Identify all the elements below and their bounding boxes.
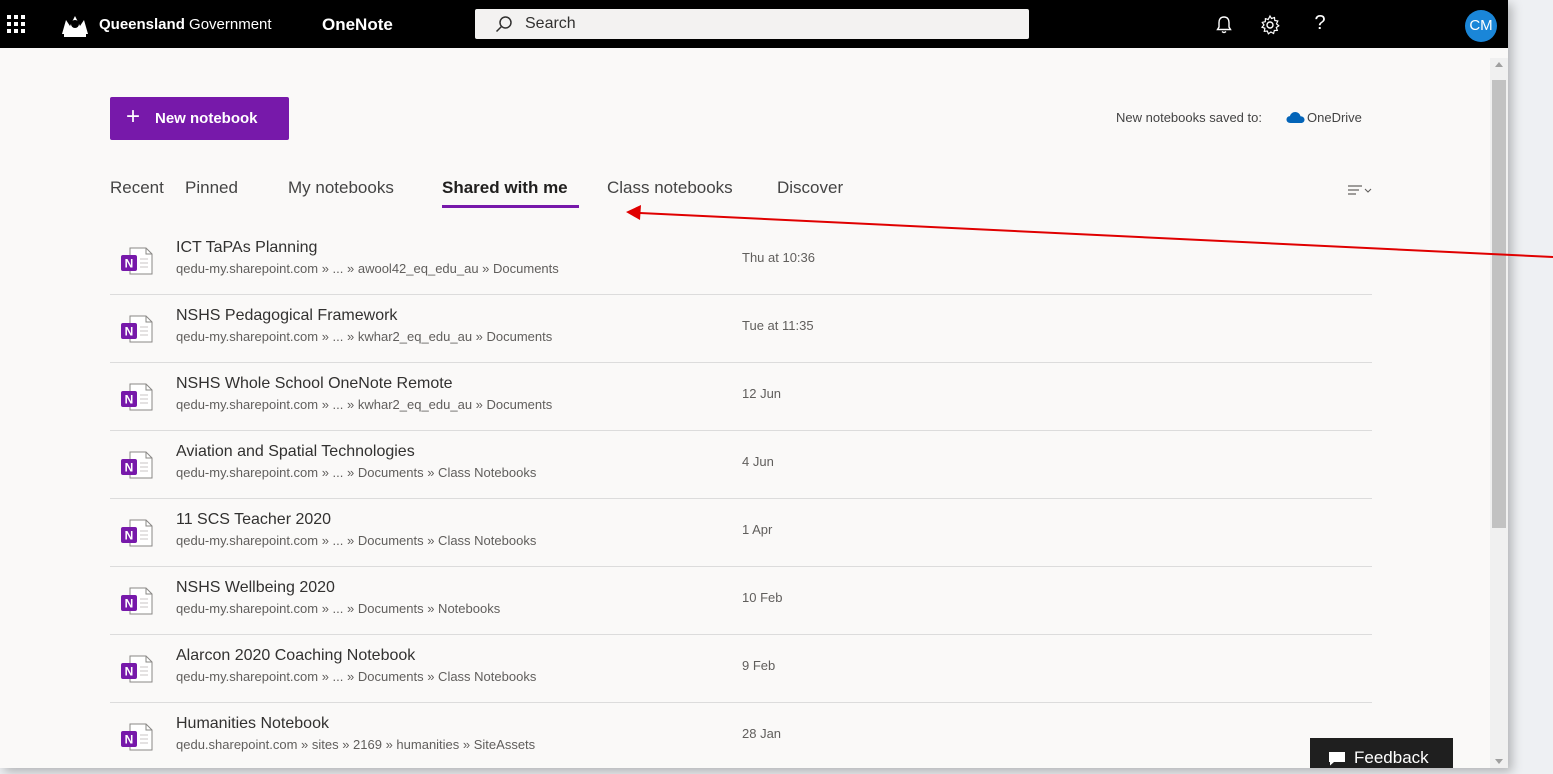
notebook-row[interactable]: N NSHS Wellbeing 2020 qedu-my.sharepoint.c… — [110, 567, 1372, 635]
notebook-row[interactable]: N ICT TaPAs Planning qedu-my.sharepoint.co… — [110, 227, 1372, 295]
sort-options-icon[interactable] — [1346, 183, 1374, 197]
bell-icon[interactable] — [1213, 14, 1235, 36]
notebook-path: qedu-my.sharepoint.com » ... » awool42_e… — [176, 261, 559, 276]
notebook-path: qedu-my.sharepoint.com » ... » Documents… — [176, 533, 537, 548]
onedrive-cloud-icon — [1286, 112, 1305, 123]
notebook-modified-date: 9 Feb — [742, 658, 776, 673]
svg-text:N: N — [125, 733, 134, 747]
onenote-notebook-icon: N — [121, 247, 153, 275]
svg-text:N: N — [125, 665, 134, 679]
notebook-row[interactable]: N Humanities Notebook qedu.sharepoint.com … — [110, 703, 1372, 768]
onenote-notebook-icon: N — [121, 519, 153, 547]
search-input[interactable] — [525, 9, 1015, 39]
onenote-window: Queensland Government OneNote ? CM + New… — [0, 0, 1508, 768]
svg-text:N: N — [125, 529, 134, 543]
notebook-title: ICT TaPAs Planning — [176, 239, 318, 256]
notebook-row[interactable]: N NSHS Whole School OneNote Remote qedu-my… — [110, 363, 1372, 431]
scrollbar[interactable] — [1490, 58, 1508, 768]
notebook-path: qedu-my.sharepoint.com » ... » kwhar2_eq… — [176, 397, 553, 412]
onenote-notebook-icon: N — [121, 723, 153, 751]
notebook-path: qedu.sharepoint.com » sites » 2169 » hum… — [176, 737, 536, 752]
tab-recent[interactable]: Recent — [110, 178, 164, 198]
notebook-modified-date: Thu at 10:36 — [742, 250, 815, 265]
notebook-row[interactable]: N NSHS Pedagogical Framework qedu-my.share… — [110, 295, 1372, 363]
notebook-title: Alarcon 2020 Coaching Notebook — [176, 647, 416, 664]
notebook-path: qedu-my.sharepoint.com » ... » Documents… — [176, 669, 537, 684]
speech-bubble-icon — [1329, 752, 1345, 766]
onenote-notebook-icon: N — [121, 315, 153, 343]
notebook-title: Humanities Notebook — [176, 715, 329, 732]
notebook-row[interactable]: N Aviation and Spatial Technologies qedu-m… — [110, 431, 1372, 499]
scroll-thumb[interactable] — [1492, 80, 1506, 528]
notebook-modified-date: Tue at 11:35 — [742, 318, 814, 333]
onenote-notebook-icon: N — [121, 451, 153, 479]
queensland-crest-icon — [62, 16, 88, 37]
svg-text:N: N — [125, 597, 134, 611]
notebook-modified-date: 28 Jan — [742, 726, 782, 741]
notebook-modified-date: 12 Jun — [742, 386, 782, 401]
search-icon — [495, 16, 512, 33]
app-launcher-icon[interactable] — [6, 14, 26, 34]
onenote-notebook-icon: N — [121, 587, 153, 615]
onenote-notebook-icon: N — [121, 383, 153, 411]
plus-icon: + — [126, 103, 141, 130]
scroll-up-arrow-icon[interactable] — [1495, 62, 1503, 67]
notebook-title: 11 SCS Teacher 2020 — [176, 511, 332, 528]
app-name[interactable]: OneNote — [322, 15, 393, 35]
top-bar: Queensland Government OneNote ? CM — [0, 0, 1508, 48]
onenote-notebook-icon: N — [121, 655, 153, 683]
notebook-row[interactable]: N 11 SCS Teacher 2020 qedu-my.sharepoint.c… — [110, 499, 1372, 567]
new-notebook-label: New notebook — [155, 110, 258, 127]
notebook-row[interactable]: N Alarcon 2020 Coaching Notebook qedu-my.s… — [110, 635, 1372, 703]
tab-shared-with-me[interactable]: Shared with me — [442, 178, 568, 198]
svg-text:N: N — [125, 257, 134, 271]
tab-discover[interactable]: Discover — [777, 178, 843, 198]
saved-to-label: New notebooks saved to: — [1116, 110, 1262, 125]
tab-class-notebooks[interactable]: Class notebooks — [607, 178, 733, 198]
notebook-title: NSHS Whole School OneNote Remote — [176, 375, 453, 392]
active-tab-indicator — [442, 205, 579, 208]
notebook-path: qedu-my.sharepoint.com » ... » kwhar2_eq… — [176, 329, 553, 344]
svg-text:N: N — [125, 393, 134, 407]
tab-pinned[interactable]: Pinned — [185, 178, 238, 198]
notebook-title: NSHS Wellbeing 2020 — [176, 579, 335, 596]
help-icon[interactable]: ? — [1309, 12, 1331, 34]
feedback-button[interactable]: Feedback — [1310, 738, 1453, 768]
org-name[interactable]: Queensland Government — [99, 16, 272, 33]
gear-icon[interactable] — [1259, 14, 1281, 36]
notebook-title: Aviation and Spatial Technologies — [176, 443, 415, 460]
new-notebook-button[interactable]: + New notebook — [110, 97, 289, 140]
avatar[interactable]: CM — [1465, 10, 1497, 42]
notebook-modified-date: 1 Apr — [742, 522, 773, 537]
svg-text:N: N — [125, 461, 134, 475]
scroll-down-arrow-icon[interactable] — [1495, 759, 1503, 764]
notebook-path: qedu-my.sharepoint.com » ... » Documents… — [176, 601, 501, 616]
notebook-path: qedu-my.sharepoint.com » ... » Documents… — [176, 465, 537, 480]
notebook-title: NSHS Pedagogical Framework — [176, 307, 398, 324]
tab-my-notebooks[interactable]: My notebooks — [288, 178, 394, 198]
notebook-modified-date: 4 Jun — [742, 454, 774, 469]
notebook-modified-date: 10 Feb — [742, 590, 783, 605]
svg-text:N: N — [125, 325, 134, 339]
search-box[interactable] — [475, 9, 1029, 39]
